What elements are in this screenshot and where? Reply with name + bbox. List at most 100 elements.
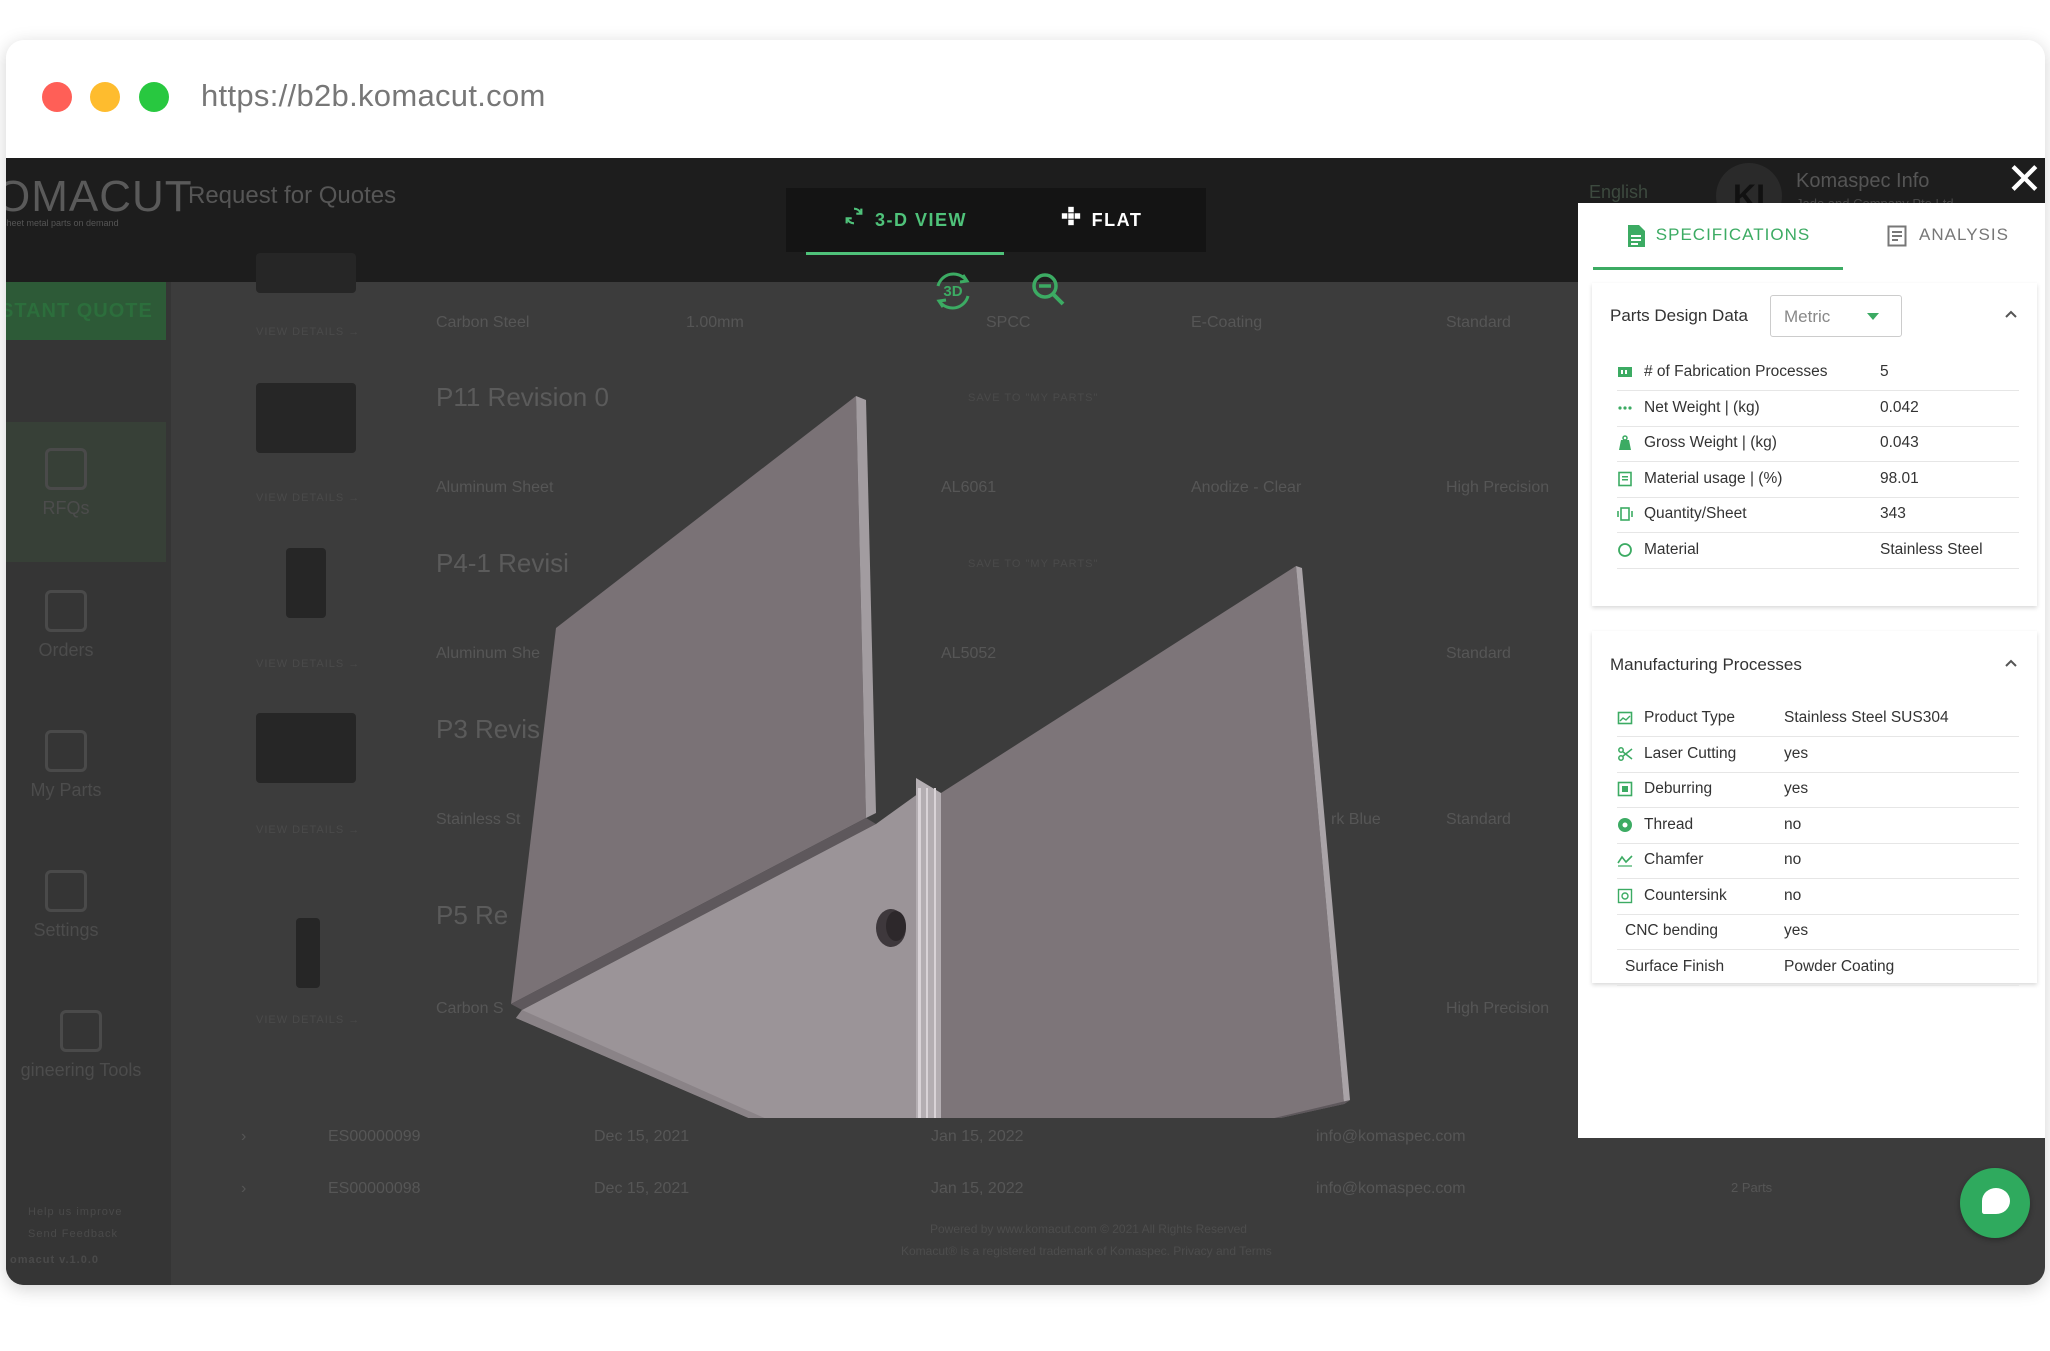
sidebar-item-settings[interactable]: Settings [6,870,126,941]
sidebar-item-label: My Parts [30,780,102,800]
chat-button[interactable] [1960,1168,2030,1238]
sidebar-item-label: gineering Tools [20,1060,142,1080]
document-icon [1627,224,1645,247]
part-series: SPCC [986,314,1031,331]
part-thickness: 1.00mm [686,314,744,331]
view-details-link[interactable]: VIEW DETAILS → [256,492,360,504]
tab-label: ANALYSIS [1919,225,2009,244]
material-icon [1617,542,1633,558]
tab-analysis[interactable]: ANALYSIS [1863,203,2033,267]
unit-select[interactable]: Metric [1770,295,1902,337]
spec-label: Thread [1644,815,1694,833]
spec-row: Laser Cutting yes [1617,737,2019,773]
ctrl-3d-label: 3D [943,283,962,300]
spec-value: 98.01 [1880,469,1919,487]
chat-bubble-icon [1982,1188,2010,1214]
processes-icon [1617,364,1633,380]
expand-row-icon[interactable]: › [241,1128,246,1146]
tab-flat[interactable]: FLAT [1016,188,1186,252]
rotate-icon [843,189,865,253]
spec-row: Countersink no [1617,879,2019,915]
view-details-link[interactable]: VIEW DETAILS → [256,326,360,338]
tools-icon [60,1010,102,1052]
address-bar[interactable]: https://b2b.komacut.com [201,78,546,114]
help-text: Help us improve [28,1206,123,1218]
sidebar-item-label: Orders [38,640,94,660]
spec-label: Net Weight | (kg) [1644,398,1760,416]
countersink-icon [1617,888,1633,904]
close-window-button[interactable] [42,82,72,112]
language-selector[interactable]: English [1589,182,1648,203]
spec-value: no [1784,815,1802,833]
spec-label: Material [1644,540,1700,558]
close-icon[interactable]: ✕ [2006,158,2043,202]
spec-label: Gross Weight | (kg) [1644,434,1777,451]
sidebar-item-my-parts[interactable]: My Parts [6,730,126,801]
spec-row: Product Type Stainless Steel SUS304 [1617,701,2019,737]
sheet-icon [1617,506,1633,522]
spec-row: Quantity/Sheet 343 [1617,497,2019,533]
spec-label: Chamfer [1644,851,1704,868]
spec-value: no [1784,851,1802,868]
spec-value: yes [1784,922,1809,939]
view-details-link[interactable]: VIEW DETAILS → [256,1014,360,1026]
part-thumbnail [256,713,356,783]
weight-icon [1617,435,1633,451]
usage-icon [1617,471,1633,487]
panel-tabs: SPECIFICATIONS ANALYSIS [1578,203,2045,270]
manufacturing-processes-card: Manufacturing Processes Product Type Stai… [1592,631,2037,986]
part-thumbnail [256,383,356,453]
zoom-out-icon [1032,273,1065,306]
order-date: Jan 15, 2022 [931,1180,1024,1197]
rotate-3d-button[interactable]: 3D [930,268,976,314]
part-tolerance: High Precision [1446,1000,1550,1017]
view-details-link[interactable]: VIEW DETAILS → [256,658,360,670]
part-tolerance: Standard [1446,645,1511,662]
page-title: Request for Quotes [188,182,397,209]
part-tolerance: Standard [1446,811,1511,828]
spec-row: Gross Weight | (kg) 0.043 [1617,426,2019,462]
instant-quote-button[interactable]: STANT QUOTE [6,282,166,340]
spec-label: CNC bending [1625,922,1719,939]
expand-row-icon[interactable]: › [241,1180,246,1198]
tag-icon [45,730,87,772]
tab-specifications[interactable]: SPECIFICATIONS [1593,203,1843,270]
footer-copyright: Powered by www.komacut.com © 2021 All Ri… [930,1222,1247,1236]
thread-icon [1617,817,1633,833]
part-finish: E-Coating [1191,314,1263,331]
chevron-up-icon[interactable] [2005,309,2017,321]
spec-row: Material usage | (%) 98.01 [1617,462,2019,498]
orders-icon [45,590,87,632]
zoom-out-button[interactable] [1029,270,1069,310]
spec-value: 5 [1880,363,1889,380]
maximize-window-button[interactable] [139,82,169,112]
flat-pattern-icon [1060,189,1082,253]
chevron-up-icon[interactable] [2005,658,2017,670]
spec-row: Surface Finish Powder Coating [1617,950,2019,986]
part-3d-model[interactable] [496,348,1376,1204]
spec-label: Countersink [1644,886,1727,904]
minimize-window-button[interactable] [90,82,120,112]
sidebar-item-rfqs[interactable]: RFQs [6,448,126,519]
spec-row: # of Fabrication Processes 5 [1617,355,2019,391]
spec-label: Deburring [1644,780,1713,797]
sidebar-item-label: RFQs [42,498,90,518]
dots-icon [1617,400,1633,416]
feedback-link[interactable]: Send Feedback [28,1228,118,1240]
spec-label: Quantity/Sheet [1644,505,1747,522]
spec-value: yes [1784,744,1809,762]
browser-window: https://b2b.komacut.com OMACUT sheet met… [6,40,2045,1285]
rfq-icon [45,448,87,490]
tab-label: SPECIFICATIONS [1655,225,1811,244]
spec-label: # of Fabrication Processes [1644,363,1828,380]
sidebar-item-engineering-tools[interactable]: gineering Tools [6,1010,156,1081]
spec-value: yes [1784,780,1809,797]
specifications-panel: SPECIFICATIONS ANALYSIS Parts Design Dat… [1578,203,2045,1138]
sidebar-item-orders[interactable]: Orders [6,590,126,661]
spec-row: Deburring yes [1617,772,2019,808]
view-details-link[interactable]: VIEW DETAILS → [256,824,360,836]
viewer-tab-bar: 3-D VIEW FLAT [786,188,1206,255]
spec-label: Surface Finish [1625,957,1725,975]
tab-3d-view[interactable]: 3-D VIEW [806,188,1004,255]
version-text: omacut v.1.0.0 [10,1254,99,1266]
